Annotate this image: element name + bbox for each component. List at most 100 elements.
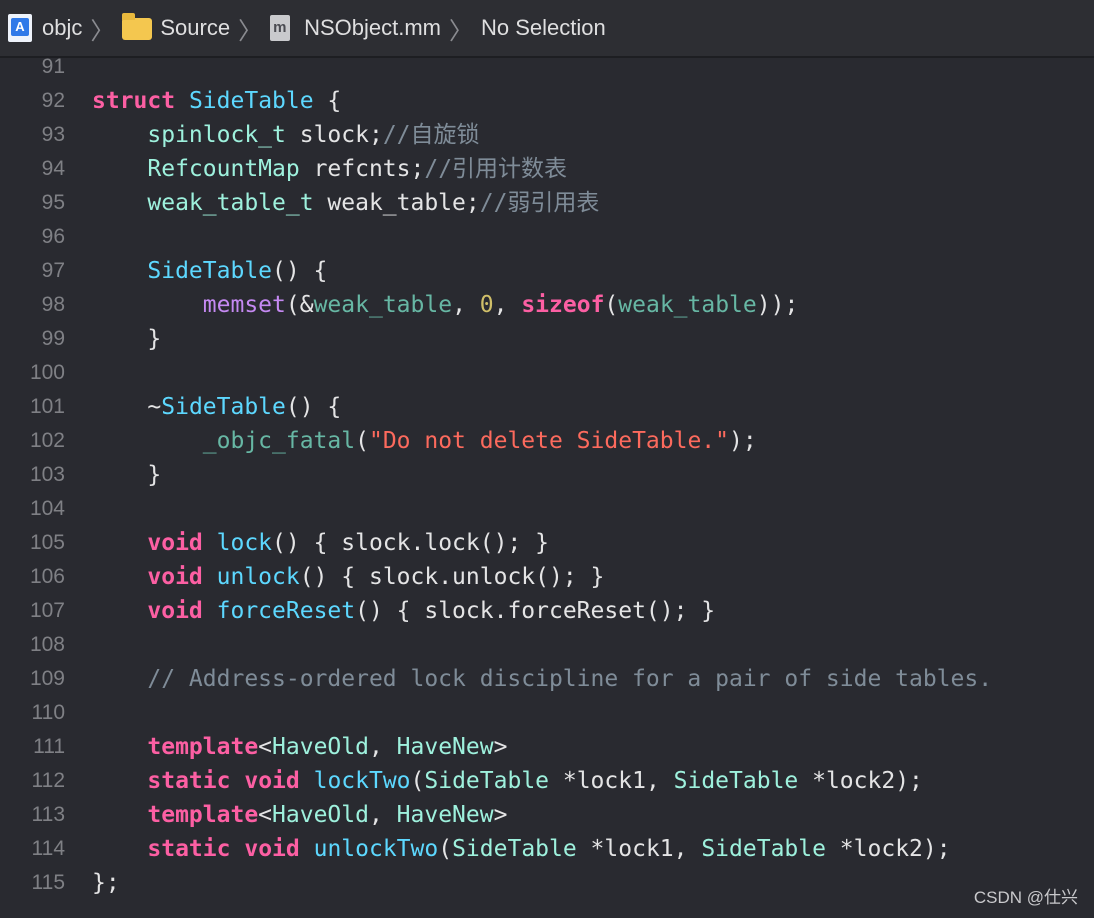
code-token: void — [147, 564, 203, 590]
code-token: void — [244, 768, 300, 794]
code-token: //引用计数表 — [424, 156, 568, 182]
code-line[interactable]: 108 — [0, 628, 1094, 662]
code-token: sizeof — [521, 292, 605, 318]
line-number: 112 — [31, 769, 65, 792]
code-text: }; — [92, 866, 120, 900]
code-token: SideTable — [673, 768, 799, 794]
code-token: SideTable — [161, 394, 286, 420]
code-text: RefcountMap refcnts;//引用计数表 — [92, 152, 567, 186]
code-token: ( — [438, 836, 453, 862]
breadcrumb-selection-label: No Selection — [481, 15, 606, 40]
code-token: template — [147, 734, 259, 760]
breadcrumb-project[interactable]: objc — [0, 14, 82, 42]
breadcrumb-file[interactable]: NSObject.mm — [270, 15, 441, 41]
code-line[interactable]: 97 SideTable() { — [0, 254, 1094, 288]
line-number: 94 — [41, 157, 65, 180]
breadcrumb-folder[interactable]: Source — [122, 13, 230, 41]
code-line[interactable]: 101 ~SideTable() { — [0, 390, 1094, 424]
code-line[interactable]: 92 struct SideTable { — [0, 84, 1094, 118]
breadcrumb-file-label: NSObject.mm — [304, 15, 441, 40]
code-line[interactable]: 93 spinlock_t slock;//自旋锁 — [0, 118, 1094, 152]
code-token: refcnts; — [299, 156, 425, 182]
code-token: weak_table — [618, 292, 757, 318]
code-token: , — [493, 292, 522, 318]
code-line[interactable]: 105 void lock() { slock.lock(); } — [0, 526, 1094, 560]
objc-source-file-icon — [270, 15, 291, 41]
code-line[interactable]: 111 template<HaveOld, HaveNew> — [0, 730, 1094, 764]
code-token: HaveNew — [396, 802, 494, 828]
code-token: static — [147, 768, 231, 794]
code-line[interactable]: 106 void unlock() { slock.unlock(); } — [0, 560, 1094, 594]
code-token: ( — [604, 292, 619, 318]
code-token: *lock2); — [798, 768, 923, 794]
code-text: void unlock() { slock.unlock(); } — [92, 560, 604, 594]
code-line[interactable]: 114 static void unlockTwo(SideTable *loc… — [0, 832, 1094, 866]
line-number: 100 — [29, 361, 65, 384]
code-token: > — [493, 802, 508, 828]
code-token: weak_table; — [313, 190, 480, 216]
code-line[interactable]: 100 — [0, 356, 1094, 390]
code-token: 0 — [479, 292, 494, 318]
code-line[interactable]: 98 memset(&weak_table, 0, sizeof(weak_ta… — [0, 288, 1094, 322]
code-line[interactable]: 110 — [0, 696, 1094, 730]
code-token: *lock1, — [576, 836, 702, 862]
code-token: HaveNew — [396, 734, 494, 760]
xcode-project-icon — [8, 14, 32, 42]
line-number: 111 — [33, 735, 65, 758]
code-text: // Address-ordered lock discipline for a… — [92, 662, 992, 696]
code-text: _objc_fatal("Do not delete SideTable."); — [92, 424, 757, 458]
code-line[interactable]: 104 — [0, 492, 1094, 526]
code-line[interactable]: 99 } — [0, 322, 1094, 356]
chevron-right-icon: 〉 — [90, 17, 115, 45]
code-token: ( — [410, 768, 425, 794]
code-token: void — [147, 530, 203, 556]
code-token: ( — [355, 428, 369, 454]
code-line[interactable]: 102 _objc_fatal("Do not delete SideTable… — [0, 424, 1094, 458]
line-number: 106 — [29, 565, 65, 588]
code-token: () { slock.forceReset(); } — [355, 598, 716, 624]
code-line[interactable]: 91 — [0, 50, 1094, 84]
code-token: , — [452, 292, 480, 318]
code-line[interactable]: 94 RefcountMap refcnts;//引用计数表 — [0, 152, 1094, 186]
line-number: 98 — [41, 293, 65, 316]
code-line[interactable]: 109 // Address-ordered lock discipline f… — [0, 662, 1094, 696]
code-line[interactable]: 103 } — [0, 458, 1094, 492]
line-number: 101 — [29, 395, 65, 418]
code-text: SideTable() { — [92, 254, 327, 288]
code-line[interactable]: 112 static void lockTwo(SideTable *lock1… — [0, 764, 1094, 798]
folder-icon — [122, 13, 153, 40]
code-token: HaveOld — [272, 734, 369, 760]
code-token: () { slock.unlock(); } — [299, 564, 605, 590]
line-number: 109 — [29, 667, 65, 690]
code-token: () { — [285, 394, 342, 420]
line-number: 93 — [41, 123, 65, 146]
code-token: lock — [216, 530, 273, 556]
code-line[interactable]: 113 template<HaveOld, HaveNew> — [0, 798, 1094, 832]
line-number: 110 — [31, 701, 65, 724]
code-token: // Address-ordered lock discipline for a… — [147, 666, 993, 692]
code-token: static — [147, 836, 231, 862]
code-line[interactable]: 96 — [0, 220, 1094, 254]
breadcrumb-selection[interactable]: No Selection — [481, 15, 606, 41]
code-line[interactable]: 115}; — [0, 866, 1094, 900]
code-line[interactable]: 107 void forceReset() { slock.forceReset… — [0, 594, 1094, 628]
code-text: } — [92, 322, 161, 356]
code-token: SideTable — [147, 258, 273, 284]
code-line[interactable]: 95 weak_table_t weak_table;//弱引用表 — [0, 186, 1094, 220]
